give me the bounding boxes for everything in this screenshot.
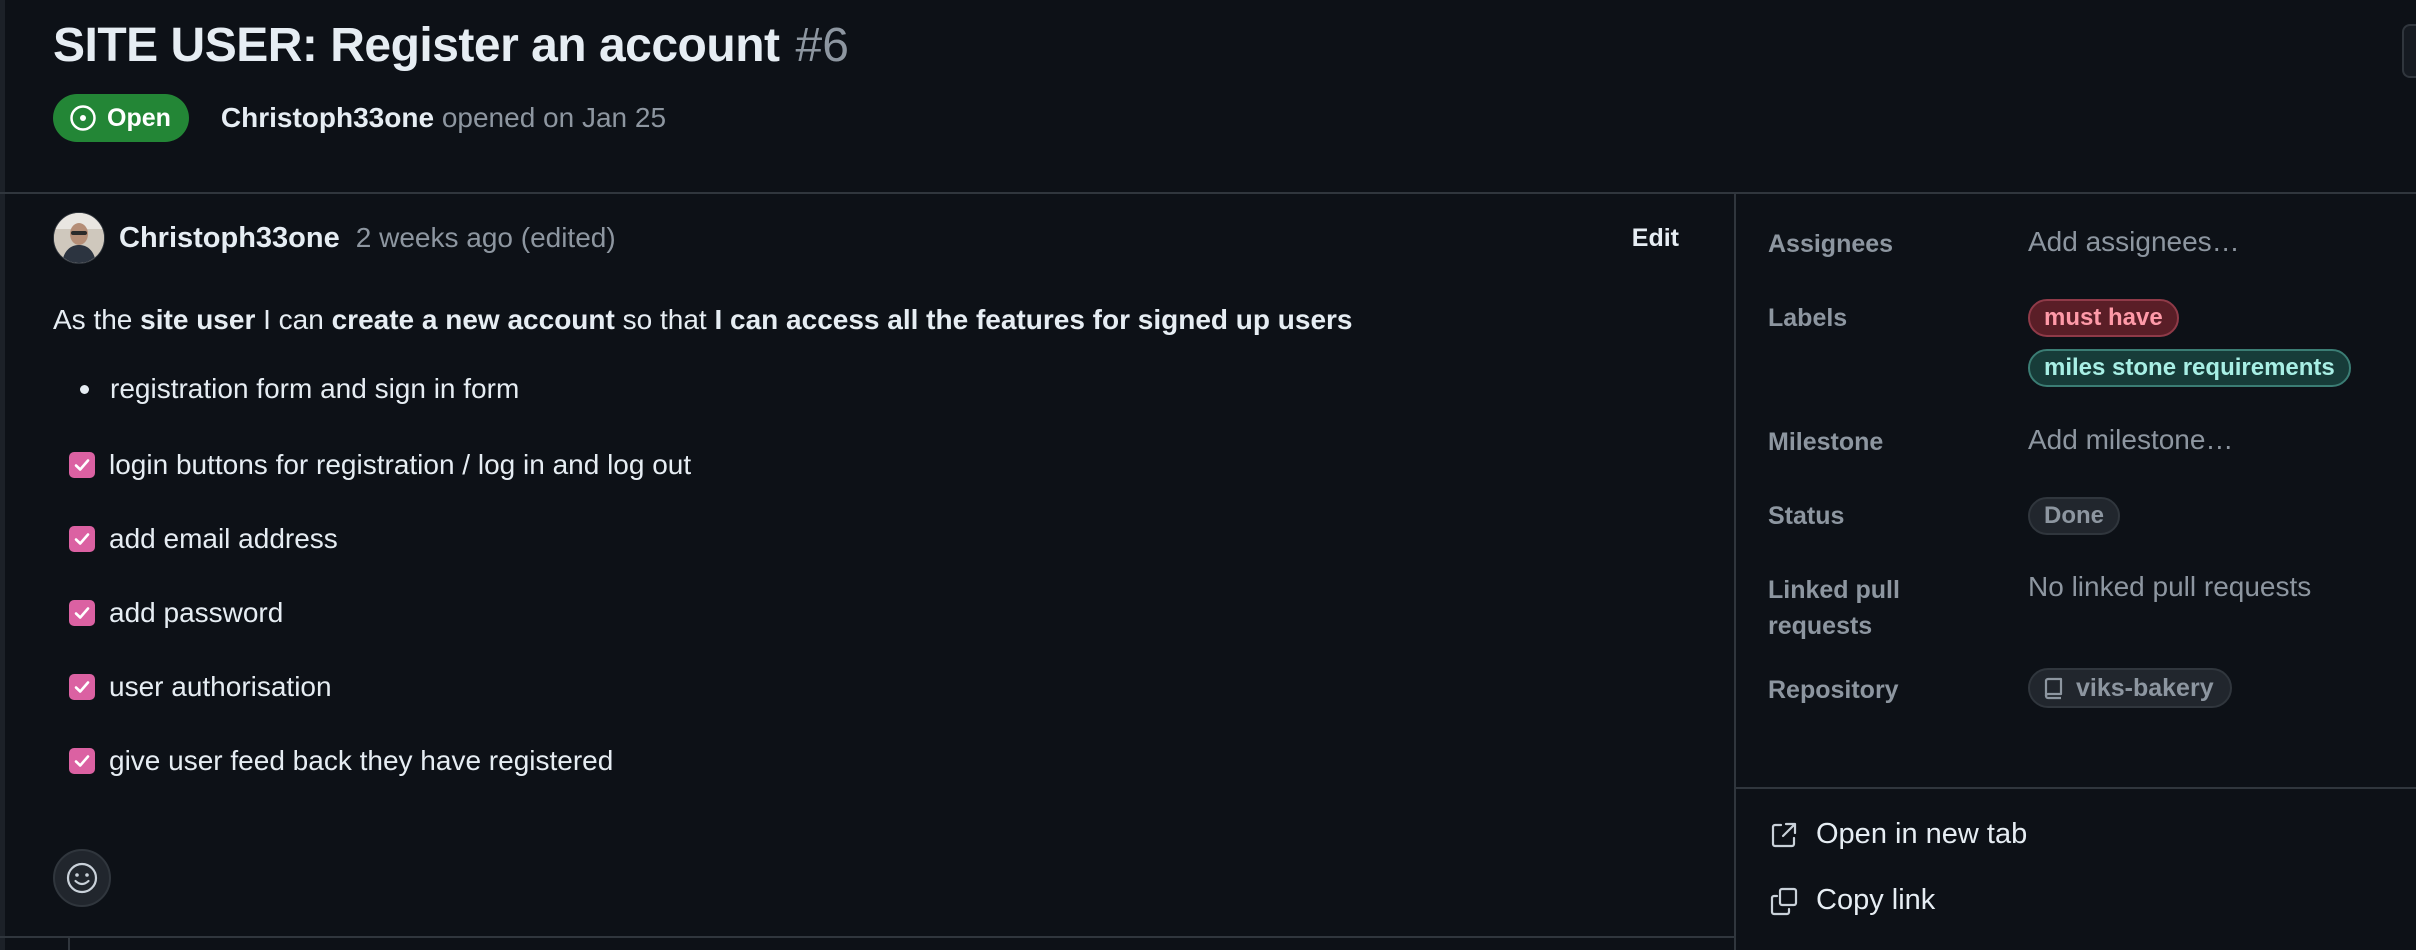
add-assignees-button[interactable]: Add assignees…	[2028, 226, 2240, 258]
checkbox-checked-icon[interactable]	[69, 452, 95, 478]
status-label: Status	[1768, 502, 1845, 530]
task-label: user authorisation	[109, 671, 332, 702]
list-item-label: registration form and sign in form	[110, 373, 520, 404]
issue-title: SITE USER: Register an account	[53, 19, 780, 72]
linked-prs-label-line1: Linked pull	[1768, 576, 1900, 604]
label-miles-stone-requirements[interactable]: miles stone requirements	[2028, 349, 2351, 387]
comment-bottom-divider	[0, 936, 1734, 938]
repository-name: viks-bakery	[2076, 673, 2214, 702]
checkbox-checked-icon[interactable]	[69, 674, 95, 700]
opened-meta: Christoph33one opened on Jan 25	[221, 102, 666, 134]
comment-author[interactable]: Christoph33one	[119, 222, 340, 255]
milestone-label: Milestone	[1768, 428, 1884, 456]
column-divider	[1734, 192, 1736, 950]
avatar[interactable]	[53, 212, 105, 264]
story-bold-1: site user	[140, 304, 256, 335]
left-edge	[0, 0, 5, 950]
story-text-3: so that	[614, 304, 715, 335]
sidebar-divider	[1736, 787, 2416, 789]
issue-author-link[interactable]: Christoph33one	[221, 102, 434, 133]
copy-link-label: Copy link	[1816, 884, 1936, 916]
status-value-badge[interactable]: Done	[2028, 497, 2120, 535]
task-item: add email address	[69, 523, 338, 555]
linked-prs-label: Linked pull requests	[1768, 572, 1900, 644]
checkbox-checked-icon[interactable]	[69, 600, 95, 626]
task-label: login buttons for registration / log in …	[109, 449, 692, 480]
add-reaction-button[interactable]	[53, 849, 111, 907]
link-external-icon	[1771, 822, 1797, 847]
linked-prs-value: No linked pull requests	[2028, 571, 2312, 602]
status-badge: Open	[53, 94, 189, 142]
issue-header: SITE USER: Register an account #6 Open C…	[53, 18, 2376, 142]
story-bold-2: create a new account	[331, 304, 615, 335]
task-item: user authorisation	[69, 671, 332, 703]
edit-button[interactable]: Edit	[1632, 224, 1679, 253]
comment-timestamp[interactable]: 2 weeks ago (edited)	[356, 222, 616, 254]
issue-opened-icon	[70, 105, 96, 131]
issue-number: #6	[795, 19, 849, 72]
checkbox-checked-icon[interactable]	[69, 748, 95, 774]
repository-link[interactable]: viks-bakery	[2028, 668, 2232, 708]
panel-resize-handle[interactable]	[2402, 24, 2416, 78]
open-in-new-tab-button[interactable]: Open in new tab	[1768, 818, 2027, 851]
comment-header: Christoph33one 2 weeks ago (edited) Edit	[53, 212, 1679, 264]
story-text-2: I can	[255, 304, 332, 335]
label-must-have[interactable]: must have	[2028, 299, 2179, 337]
avatar-image	[54, 213, 104, 263]
task-label: give user feed back they have registered	[109, 745, 614, 776]
user-story-text: As the site user I can create a new acco…	[53, 300, 1353, 340]
header-divider	[0, 192, 2416, 194]
labels-label: Labels	[1768, 304, 1848, 332]
smiley-icon	[66, 862, 98, 894]
opened-date: opened on Jan 25	[434, 102, 667, 133]
task-label: add password	[109, 597, 284, 628]
linked-prs-label-line2: requests	[1768, 612, 1873, 640]
task-item: login buttons for registration / log in …	[69, 449, 691, 481]
copy-link-button[interactable]: Copy link	[1768, 884, 1935, 917]
assignees-label: Assignees	[1768, 230, 1894, 258]
timeline-line	[68, 936, 70, 950]
status-badge-label: Open	[107, 103, 171, 132]
add-milestone-button[interactable]: Add milestone…	[2028, 424, 2233, 456]
story-bold-3: I can access all the features for signed…	[714, 304, 1353, 335]
copy-icon	[1770, 887, 1798, 915]
task-item: add password	[69, 597, 283, 629]
list-item: registration form and sign in form	[80, 373, 519, 405]
task-label: add email address	[109, 523, 338, 554]
bullet-icon	[80, 384, 89, 394]
task-item: give user feed back they have registered	[69, 745, 613, 777]
open-in-new-tab-label: Open in new tab	[1816, 818, 2028, 850]
repository-label: Repository	[1768, 676, 1899, 704]
story-text-1: As the	[53, 304, 141, 335]
repo-icon	[2044, 677, 2063, 700]
checkbox-checked-icon[interactable]	[69, 526, 95, 552]
